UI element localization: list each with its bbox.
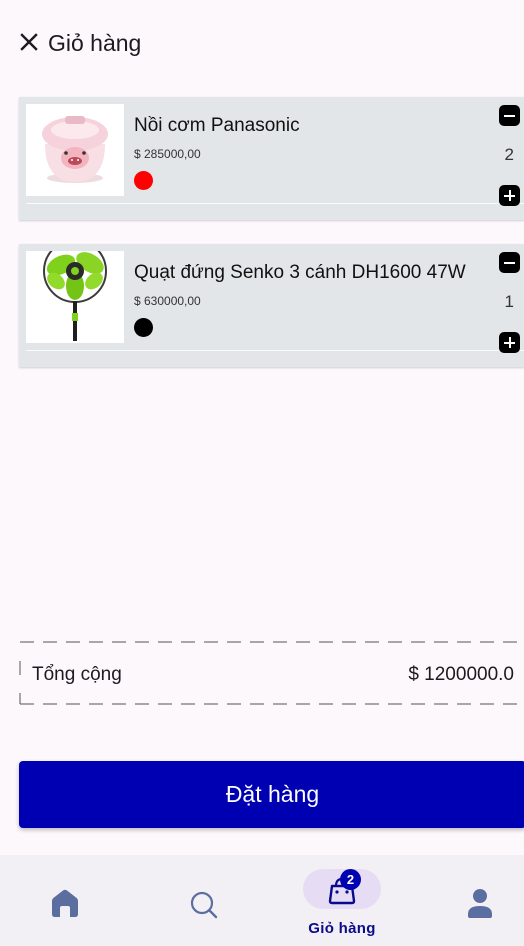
increase-quantity-button[interactable] [499,332,520,353]
decrease-quantity-button[interactable] [499,252,520,273]
nav-item-cart[interactable]: 2 Giỏ hàng [296,855,388,946]
cart-item[interactable]: Nồi cơm Panasonic $ 285000,00 2 [19,97,524,220]
search-icon [190,891,218,919]
increase-quantity-button[interactable] [499,185,520,206]
minus-icon [504,261,515,264]
cart-item[interactable]: Quạt đứng Senko 3 cánh DH1600 47W $ 6300… [19,244,524,367]
cart-count-badge: 2 [340,869,361,890]
place-order-button[interactable]: Đặt hàng [19,761,524,828]
product-name: Quạt đứng Senko 3 cánh DH1600 47W [134,262,466,283]
nav-label-cart: Giỏ hàng [308,920,376,937]
bottom-navigation: 2 Giỏ hàng [0,855,524,946]
rice-cooker-image [26,104,124,196]
person-icon [468,889,492,918]
standing-fan-image [26,251,124,343]
quantity-value: 1 [504,292,514,311]
product-name: Nồi cơm Panasonic [134,115,300,136]
nav-item-home[interactable] [40,855,90,946]
total-value: $ 1200000.0 [408,664,514,685]
nav-item-search[interactable] [178,855,228,946]
total-label: Tổng cộng [32,664,122,685]
divider [26,203,524,204]
product-image [26,251,124,343]
nav-item-profile[interactable] [455,855,505,946]
color-swatch [134,171,153,190]
product-price: $ 285000,00 [134,147,201,161]
product-image [26,104,124,196]
home-icon [52,889,78,917]
divider [26,350,524,351]
page-title: Giỏ hàng [48,30,142,56]
order-total-box: Tổng cộng $ 1200000.0 [19,641,518,705]
color-swatch [134,318,153,337]
decrease-quantity-button[interactable] [499,105,520,126]
close-icon[interactable] [18,31,40,53]
top-app-bar: Giỏ hàng [0,0,524,88]
product-price: $ 630000,00 [134,294,201,308]
minus-icon [504,114,515,117]
quantity-value: 2 [504,145,514,164]
